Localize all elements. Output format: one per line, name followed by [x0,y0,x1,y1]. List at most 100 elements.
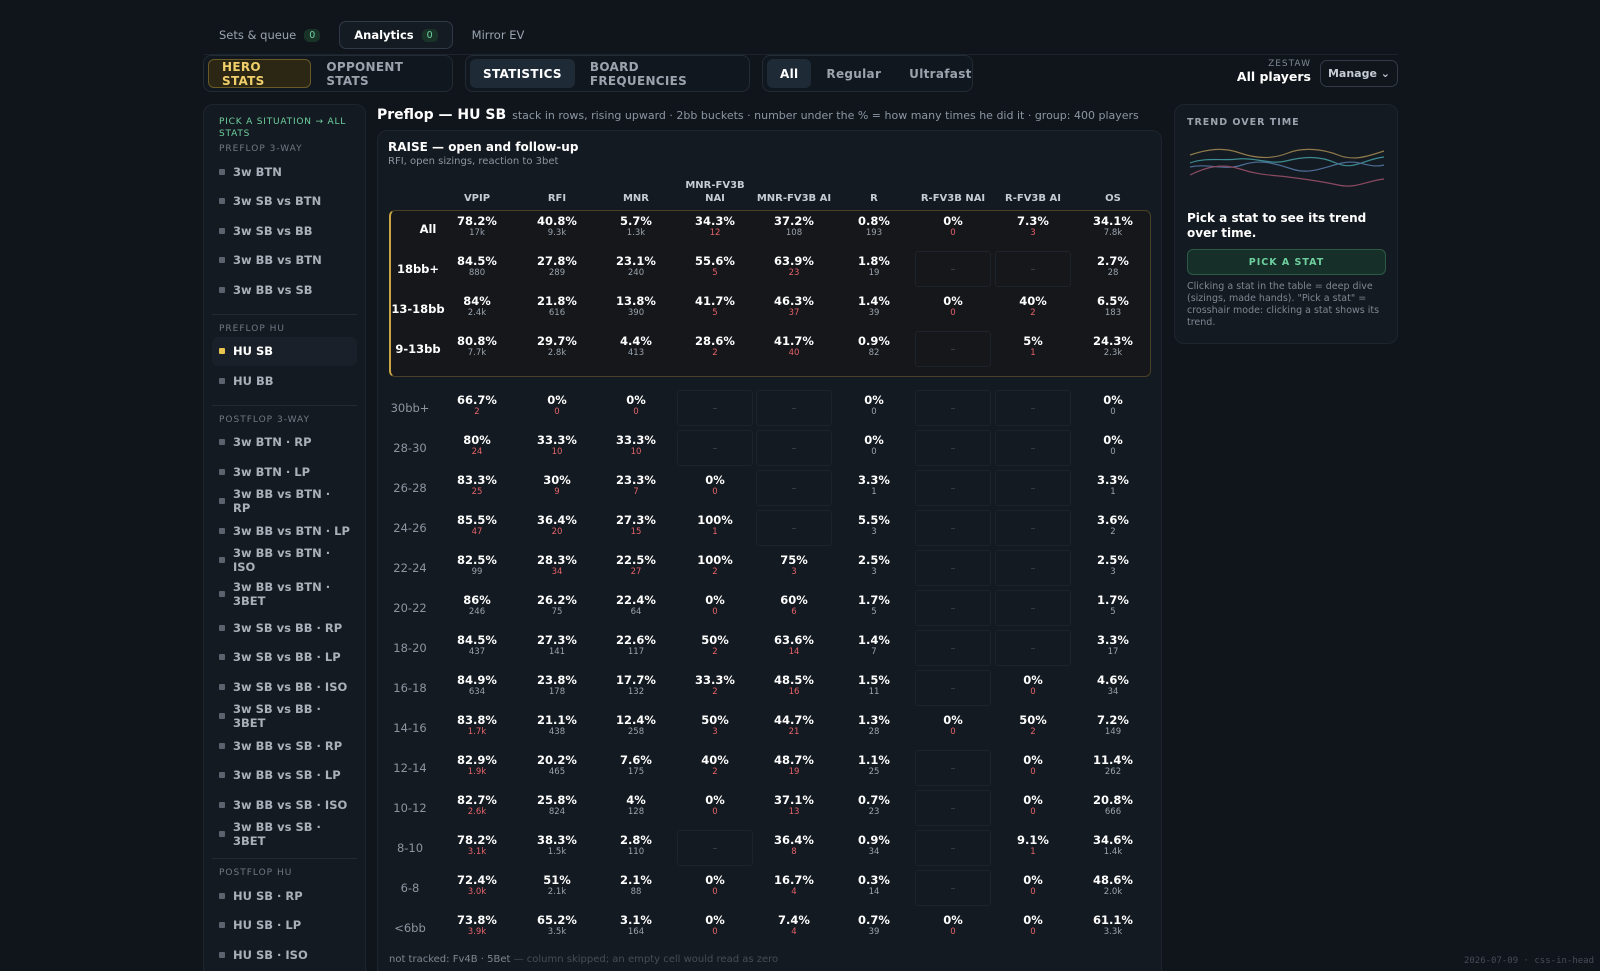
column-header[interactable]: OS [1075,177,1151,205]
stat-cell[interactable]: – [995,510,1071,546]
sidebar-item[interactable]: 3w BB vs SB · RP [212,731,357,761]
stat-cell[interactable]: 34.3% 12 [677,211,753,247]
stat-cell[interactable]: 84% 2.4k [439,291,515,327]
stat-cell[interactable]: 0.3% 14 [836,870,912,906]
sidebar-item[interactable]: 3w BB vs BTN · 3BET [212,575,357,613]
stat-cell[interactable]: – [995,590,1071,626]
stat-cell[interactable]: 48.5% 16 [756,670,832,706]
stat-cell[interactable]: 37.1% 13 [756,790,832,826]
stat-cell[interactable]: 37.2% 108 [756,211,832,247]
stat-cell[interactable]: 84.9% 634 [439,670,515,706]
stat-cell[interactable]: 86% 246 [439,590,515,626]
stat-cell[interactable]: 30% 9 [519,470,595,506]
statistics-button[interactable]: STATISTICS [470,59,575,88]
stat-cell[interactable]: 0% 0 [915,910,991,946]
stat-cell[interactable]: 40.8% 9.3k [519,211,595,247]
tab-mirror-ev[interactable]: Mirror EV [457,21,540,49]
stat-cell[interactable]: 4% 128 [598,790,674,826]
stat-cell[interactable]: 2.1% 88 [598,870,674,906]
stat-cell[interactable]: – [915,331,991,367]
stat-cell[interactable]: 100% 2 [677,550,753,586]
stat-cell[interactable]: 40% 2 [677,750,753,786]
sidebar-item[interactable]: 3w BB vs SB · 3BET [212,820,357,850]
stat-cell[interactable]: 0% 0 [995,910,1071,946]
stat-cell[interactable]: 83.3% 25 [439,470,515,506]
filter-all[interactable]: All [767,59,812,88]
stat-cell[interactable]: – [995,251,1071,287]
stat-cell[interactable]: 3.6% 2 [1075,510,1151,546]
stat-cell[interactable]: 80% 24 [439,430,515,466]
stat-cell[interactable]: 0.8% 193 [836,211,912,247]
sidebar-item[interactable]: 3w BB vs BTN · ISO [212,546,357,576]
stat-cell[interactable]: 7.4% 4 [756,910,832,946]
stat-cell[interactable]: 3.1% 164 [598,910,674,946]
stat-cell[interactable]: 55.6% 5 [677,251,753,287]
stat-cell[interactable]: 84.5% 437 [439,630,515,666]
column-header[interactable]: R-FV3B NAI [915,177,991,205]
stat-cell[interactable]: – [915,510,991,546]
stat-cell[interactable]: 82.7% 2.6k [439,790,515,826]
stat-cell[interactable]: 34.1% 7.8k [1075,211,1151,247]
sidebar-item[interactable]: 3w BTN [212,157,357,187]
stat-cell[interactable]: – [995,630,1071,666]
stat-cell[interactable]: – [756,390,832,426]
stat-cell[interactable]: 29.7% 2.8k [519,331,595,367]
stat-cell[interactable]: 0% 0 [995,750,1071,786]
stat-cell[interactable]: 23.8% 178 [519,670,595,706]
stat-cell[interactable]: – [915,750,991,786]
stat-cell[interactable]: 83.8% 1.7k [439,710,515,746]
stat-cell[interactable]: 21.1% 438 [519,710,595,746]
stat-cell[interactable]: 0% 0 [677,590,753,626]
player-scope[interactable]: ZESTAW All players [1237,59,1311,84]
stat-cell[interactable]: 50% 3 [677,710,753,746]
stat-cell[interactable]: 0% 0 [995,790,1071,826]
column-header[interactable]: MNR [598,177,674,205]
stat-cell[interactable]: 63.6% 14 [756,630,832,666]
stat-cell[interactable]: – [915,470,991,506]
column-header[interactable]: VPIP [439,177,515,205]
sidebar-item[interactable]: 3w BTN · RP [212,428,357,458]
stat-cell[interactable]: 7.6% 175 [598,750,674,786]
stat-cell[interactable]: 73.8% 3.9k [439,910,515,946]
stat-cell[interactable]: – [995,430,1071,466]
stat-cell[interactable]: – [915,670,991,706]
sidebar-item[interactable]: HU SB [212,336,357,366]
stat-cell[interactable]: 0% 0 [598,390,674,426]
stat-cell[interactable]: 72.4% 3.0k [439,870,515,906]
stat-cell[interactable]: 0% 0 [915,211,991,247]
stat-cell[interactable]: – [915,870,991,906]
hero-stats-button[interactable]: HERO STATS [208,59,312,88]
stat-cell[interactable]: 1.3% 28 [836,710,912,746]
column-header[interactable]: R-FV3B AI [995,177,1071,205]
stat-cell[interactable]: 50% 2 [677,630,753,666]
filter-ultrafast[interactable]: Ultrafast [896,59,985,88]
stat-cell[interactable]: 2.8% 110 [598,830,674,866]
stat-cell[interactable]: 46.3% 37 [756,291,832,327]
stat-cell[interactable]: 0% 0 [1075,390,1151,426]
stat-cell[interactable]: 7.2% 149 [1075,710,1151,746]
filter-regular[interactable]: Regular [813,59,894,88]
stat-cell[interactable]: 0% 0 [915,291,991,327]
stat-cell[interactable]: 25.8% 824 [519,790,595,826]
stat-cell[interactable]: 27.3% 141 [519,630,595,666]
stat-cell[interactable]: 48.6% 2.0k [1075,870,1151,906]
stat-cell[interactable]: 28.3% 34 [519,550,595,586]
sidebar-item[interactable]: 3w BTN · LP [212,457,357,487]
sidebar-item[interactable]: HU SB · LP [212,911,357,941]
board-frequencies-button[interactable]: BOARD FREQUENCIES [577,59,745,88]
stat-cell[interactable]: 82.5% 99 [439,550,515,586]
stat-cell[interactable]: 66.7% 2 [439,390,515,426]
stat-cell[interactable]: 0% 0 [677,790,753,826]
stat-cell[interactable]: 80.8% 7.7k [439,331,515,367]
opponent-stats-button[interactable]: OPPONENT STATS [313,59,448,88]
stat-cell[interactable]: 0% 0 [677,470,753,506]
tab-sets-queue[interactable]: Sets & queue 0 [204,21,335,49]
stat-cell[interactable]: – [756,470,832,506]
stat-cell[interactable]: 5% 1 [995,331,1071,367]
stat-cell[interactable]: 65.2% 3.5k [519,910,595,946]
stat-cell[interactable]: 34.6% 1.4k [1075,830,1151,866]
stat-cell[interactable]: 6.5% 183 [1075,291,1151,327]
stat-cell[interactable]: 1.1% 25 [836,750,912,786]
stat-cell[interactable]: 28.6% 2 [677,331,753,367]
stat-cell[interactable]: – [756,430,832,466]
